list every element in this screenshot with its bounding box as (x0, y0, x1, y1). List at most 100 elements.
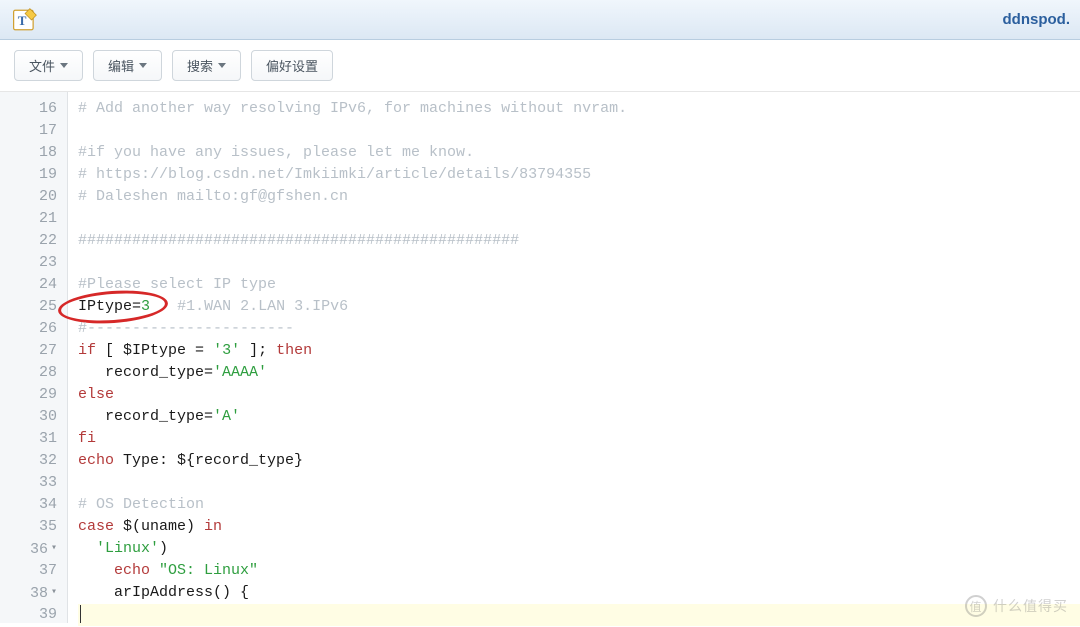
chevron-down-icon (218, 63, 226, 68)
svg-text:T: T (18, 12, 27, 27)
code-line[interactable]: echo Type: ${record_type} (78, 450, 1080, 472)
text-cursor (80, 605, 81, 623)
code-line[interactable]: arIpAddress() { (78, 582, 1080, 604)
line-number: 37 (0, 560, 57, 582)
code-token: # https://blog.csdn.net/Imkiimki/article… (78, 166, 591, 183)
code-token: $(uname) (114, 518, 204, 535)
code-token: then (276, 342, 312, 359)
code-token (78, 562, 114, 579)
app-icon: T (12, 7, 38, 33)
line-number: 22 (0, 230, 57, 252)
code-token: else (78, 386, 114, 403)
code-line[interactable]: # Daleshen mailto:gf@gfshen.cn (78, 186, 1080, 208)
line-number: 31 (0, 428, 57, 450)
code-line[interactable] (78, 120, 1080, 142)
preferences-label: 偏好设置 (266, 56, 318, 75)
code-token: 'A' (213, 408, 240, 425)
code-line[interactable]: #Please select IP type (78, 274, 1080, 296)
code-line[interactable]: record_type='AAAA' (78, 362, 1080, 384)
file-title: ddnspod. (1003, 11, 1071, 28)
code-line[interactable]: echo "OS: Linux" (78, 560, 1080, 582)
code-token: # Add another way resolving IPv6, for ma… (78, 100, 627, 117)
code-token: = (132, 298, 141, 315)
line-number: 29 (0, 384, 57, 406)
file-menu-label: 文件 (29, 56, 55, 75)
line-number: 36 (0, 538, 57, 560)
line-number-gutter: 1617181920212223242526272829303132333435… (0, 92, 68, 623)
code-line[interactable]: # OS Detection (78, 494, 1080, 516)
code-token: = (186, 342, 213, 359)
code-token: #Please select IP type (78, 276, 276, 293)
line-number: 17 (0, 120, 57, 142)
code-token: echo (78, 452, 114, 469)
code-line[interactable] (78, 208, 1080, 230)
code-token: #----------------------- (78, 320, 294, 337)
code-content[interactable]: # Add another way resolving IPv6, for ma… (68, 92, 1080, 623)
code-token: record_type= (78, 408, 213, 425)
file-menu-button[interactable]: 文件 (14, 50, 83, 81)
code-line[interactable]: #if you have any issues, please let me k… (78, 142, 1080, 164)
code-line[interactable]: #----------------------- (78, 318, 1080, 340)
code-token: 'AAAA' (213, 364, 267, 381)
code-token: arIpAddress (114, 584, 213, 601)
code-token: $IPtype (123, 342, 186, 359)
code-editor[interactable]: 1617181920212223242526272829303132333435… (0, 92, 1080, 623)
code-token: '3' (213, 342, 240, 359)
code-token: ########################################… (78, 232, 519, 249)
code-line[interactable] (78, 604, 1080, 626)
code-line[interactable]: # https://blog.csdn.net/Imkiimki/article… (78, 164, 1080, 186)
line-number: 16 (0, 98, 57, 120)
chevron-down-icon (139, 63, 147, 68)
line-number: 26 (0, 318, 57, 340)
preferences-button[interactable]: 偏好设置 (251, 50, 333, 81)
code-line[interactable]: record_type='A' (78, 406, 1080, 428)
line-number: 35 (0, 516, 57, 538)
code-token: Type: (114, 452, 177, 469)
line-number: 34 (0, 494, 57, 516)
line-number: 32 (0, 450, 57, 472)
code-token: 'Linux' (96, 540, 159, 557)
code-line[interactable]: if [ $IPtype = '3' ]; then (78, 340, 1080, 362)
line-number: 20 (0, 186, 57, 208)
code-token: # OS Detection (78, 496, 204, 513)
chevron-down-icon (60, 63, 68, 68)
code-line[interactable]: fi (78, 428, 1080, 450)
code-token: record_type= (78, 364, 213, 381)
code-token (150, 298, 177, 315)
code-token: ) (159, 540, 168, 557)
line-number: 33 (0, 472, 57, 494)
toolbar: 文件 编辑 搜索 偏好设置 (0, 40, 1080, 92)
code-line[interactable]: ########################################… (78, 230, 1080, 252)
window-header: T ddnspod. (0, 0, 1080, 40)
edit-menu-label: 编辑 (108, 56, 134, 75)
code-line[interactable]: else (78, 384, 1080, 406)
line-number: 21 (0, 208, 57, 230)
code-token: 3 (141, 298, 150, 315)
code-line[interactable]: IPtype=3 #1.WAN 2.LAN 3.IPv6 (78, 296, 1080, 318)
code-token: fi (78, 430, 96, 447)
code-token: "OS: Linux" (159, 562, 258, 579)
code-token: #if you have any issues, please let me k… (78, 144, 474, 161)
code-token (78, 584, 114, 601)
code-line[interactable] (78, 472, 1080, 494)
line-number: 38 (0, 582, 57, 604)
code-line[interactable]: # Add another way resolving IPv6, for ma… (78, 98, 1080, 120)
code-token: if (78, 342, 96, 359)
code-line[interactable] (78, 252, 1080, 274)
code-line[interactable]: 'Linux') (78, 538, 1080, 560)
code-token: [ (96, 342, 123, 359)
code-token (78, 540, 96, 557)
line-number: 27 (0, 340, 57, 362)
line-number: 25 (0, 296, 57, 318)
search-menu-button[interactable]: 搜索 (172, 50, 241, 81)
code-token: IPtype (78, 298, 132, 315)
code-token: () { (213, 584, 249, 601)
code-token: in (204, 518, 222, 535)
edit-menu-button[interactable]: 编辑 (93, 50, 162, 81)
line-number: 28 (0, 362, 57, 384)
code-line[interactable]: case $(uname) in (78, 516, 1080, 538)
code-token (150, 562, 159, 579)
code-token: echo (114, 562, 150, 579)
code-token: ${record_type} (177, 452, 303, 469)
code-token: case (78, 518, 114, 535)
